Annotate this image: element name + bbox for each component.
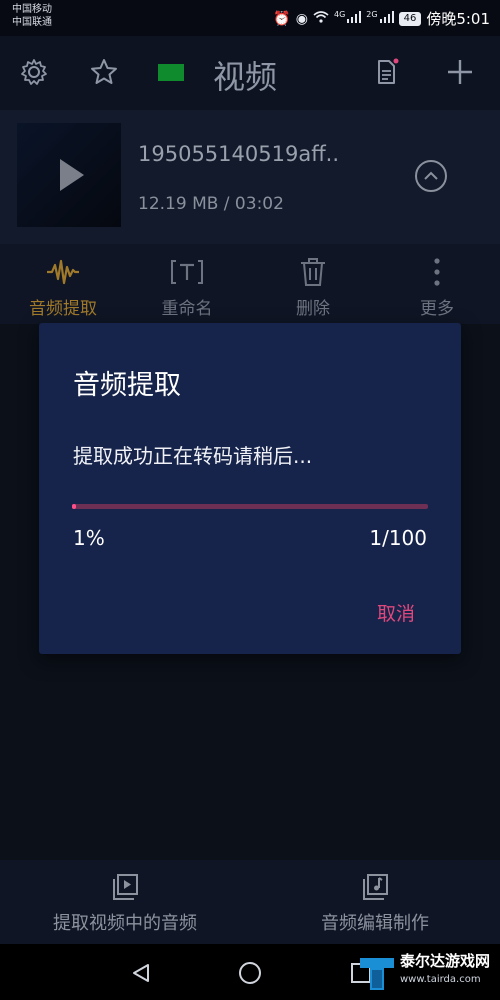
action-label: 删除	[296, 299, 330, 319]
back-icon[interactable]	[126, 958, 156, 988]
action-label: 更多	[420, 299, 454, 319]
action-extract-audio[interactable]: 音频提取	[8, 254, 118, 319]
audio-extract-dialog: 音频提取 提取成功正在转码请稍后... 1% 1/100 取消	[39, 323, 461, 654]
net-type-1: 4G	[333, 10, 346, 19]
alarm-icon: ⏰	[273, 10, 291, 27]
home-icon[interactable]	[235, 958, 265, 988]
video-filename: 195055140519aff..	[138, 142, 340, 166]
dialog-message: 提取成功正在转码请稍后...	[73, 444, 313, 468]
dialog-title: 音频提取	[73, 370, 181, 401]
item-action-bar: 音频提取 重命名 删除 更多	[0, 244, 500, 324]
music-note-icon	[314, 870, 436, 904]
status-bar: 中国移动 中国联通 ⏰ ◉ 4G 2G 46 傍晚5:01	[0, 0, 500, 36]
action-more[interactable]: 更多	[382, 254, 492, 319]
carrier-info: 中国移动 中国联通	[12, 3, 52, 29]
tab-extract-audio-from-video[interactable]: 提取视频中的音频	[44, 870, 206, 935]
watermark-logo	[360, 958, 394, 990]
rename-icon	[132, 254, 242, 290]
trash-icon	[258, 254, 368, 290]
progress-count: 1/100	[369, 526, 427, 550]
watermark-url: www.tairda.com	[400, 974, 481, 985]
eye-icon: ◉	[295, 10, 308, 27]
video-list-item[interactable]: 195055140519aff.. 12.19 MB / 03:02	[0, 110, 500, 244]
video-meta: 12.19 MB / 03:02	[138, 194, 284, 214]
play-icon	[60, 159, 84, 191]
net-type-2: 2G	[366, 10, 378, 19]
progress-percent: 1%	[73, 526, 105, 550]
gear-icon[interactable]	[16, 54, 52, 90]
tab-label: 音频编辑制作	[321, 913, 429, 934]
app-header: 视频	[0, 36, 500, 110]
waveform-icon	[8, 254, 118, 290]
status-indicators: ⏰ ◉ 4G 2G 46 傍晚5:01	[273, 8, 490, 29]
bottom-tab-bar: 提取视频中的音频 音频编辑制作	[0, 860, 500, 944]
clock: 傍晚5:01	[426, 10, 490, 28]
signal-icon	[347, 10, 362, 27]
progress-bar	[72, 504, 428, 509]
action-label: 重命名	[161, 299, 213, 319]
watermark: 泰尔达游戏网 www.tairda.com	[354, 944, 494, 1000]
cancel-button[interactable]: 取消	[377, 599, 415, 626]
battery-icon: 46	[398, 11, 422, 26]
plus-icon[interactable]	[442, 54, 478, 90]
carrier-2: 中国联通	[12, 17, 52, 28]
progress-fill	[72, 504, 77, 509]
mail-badge	[158, 63, 184, 81]
wifi-icon	[313, 10, 329, 27]
more-icon	[382, 254, 492, 290]
mail-icon[interactable]	[153, 54, 189, 90]
star-icon[interactable]	[86, 54, 122, 90]
watermark-text: 泰尔达游戏网	[400, 952, 491, 970]
document-icon[interactable]	[368, 54, 404, 90]
tab-audio-editing[interactable]: 音频编辑制作	[314, 870, 436, 935]
signal-icon	[379, 10, 394, 27]
action-rename[interactable]: 重命名	[132, 254, 242, 319]
page-title: 视频	[213, 58, 278, 96]
tab-label: 提取视频中的音频	[53, 913, 197, 934]
action-delete[interactable]: 删除	[258, 254, 368, 319]
video-thumbnail[interactable]	[17, 123, 121, 227]
action-label: 音频提取	[29, 299, 97, 319]
video-extract-icon	[44, 870, 206, 904]
chevron-up-icon[interactable]	[415, 160, 447, 192]
carrier-1: 中国移动	[12, 4, 52, 15]
